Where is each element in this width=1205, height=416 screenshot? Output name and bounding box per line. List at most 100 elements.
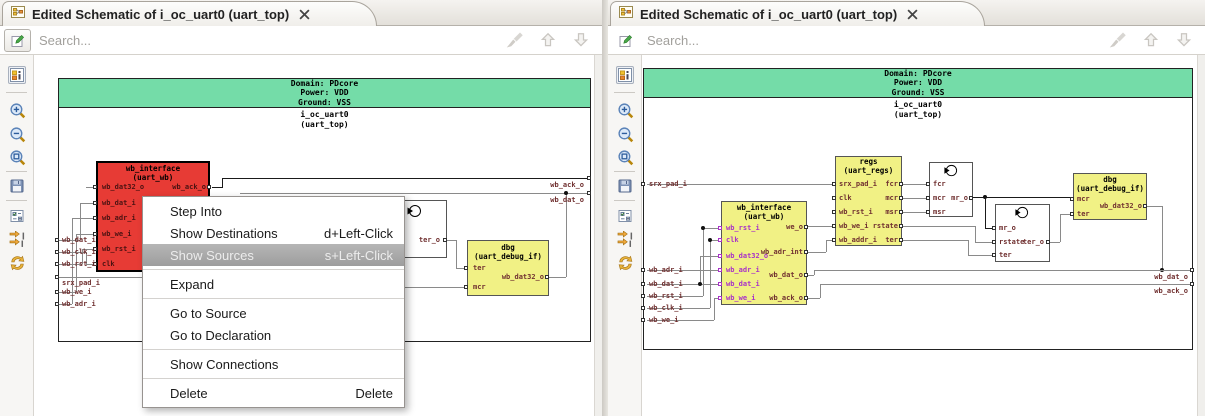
- trace-signals-icon[interactable]: [8, 230, 26, 248]
- left-tab[interactable]: Edited Schematic of i_oc_uart0 (uart_top…: [2, 1, 377, 26]
- left-toolbar: [0, 55, 34, 416]
- tab-schematic-icon: [10, 4, 26, 25]
- clock-symbol: [407, 205, 421, 217]
- port-label: wb_dat32_o: [1099, 202, 1142, 210]
- edge-port: wb_dat_o: [550, 196, 584, 204]
- menu-item-step-into[interactable]: Step Into: [143, 200, 404, 222]
- options-icon[interactable]: [8, 207, 26, 225]
- ground-label: Ground: VSS: [891, 87, 945, 97]
- edge-port: wb_clk_i: [62, 248, 96, 256]
- menu-separator: [143, 378, 404, 379]
- trace-signals-icon[interactable]: [616, 230, 634, 248]
- power-label: Power: VDD: [893, 78, 943, 88]
- menu-item-show-destinations[interactable]: Show Destinations d+Left-Click: [143, 222, 404, 244]
- edge-port: srx_pad_i: [649, 180, 687, 188]
- port-label: wb_dat_o: [769, 271, 803, 279]
- edge-port: wb_rst_i: [649, 292, 683, 300]
- menu-separator: [143, 349, 404, 350]
- edge-port: wb_we_i: [62, 288, 92, 296]
- prev-icon[interactable]: [538, 30, 558, 55]
- menu-item-delete[interactable]: Delete Delete: [143, 382, 404, 404]
- menu-item-show-connections[interactable]: Show Connections: [143, 353, 404, 375]
- menu-item-go-to-declaration[interactable]: Go to Declaration: [143, 324, 404, 346]
- options-icon[interactable]: [616, 207, 634, 225]
- prev-icon[interactable]: [1141, 30, 1161, 55]
- edge-port: wb_dat_i: [649, 280, 683, 288]
- clear-icon[interactable]: [505, 30, 525, 55]
- ground-label: Ground: VSS: [298, 97, 351, 107]
- right-toolbar: [608, 55, 642, 416]
- edit-search-icon[interactable]: [612, 29, 639, 52]
- clock-symbol: [1015, 206, 1029, 219]
- port-label: wb_we_i: [839, 222, 869, 230]
- port-label: wb_dat_i: [102, 199, 136, 207]
- right-scrollbar[interactable]: [1197, 55, 1205, 416]
- domain-band: Domain: PDcore Power: VDD Ground: VSS: [644, 69, 1192, 98]
- right-search-bar: Search...: [608, 26, 1205, 55]
- edge-port: wb_clk_i: [649, 304, 683, 312]
- close-icon[interactable]: [299, 8, 310, 20]
- block-title: dbg (uart_debug_if): [1076, 175, 1144, 193]
- properties-icon[interactable]: [616, 66, 634, 84]
- block-title: regs (uart_regs): [843, 157, 894, 175]
- port-label: wb_ack_o: [172, 183, 206, 191]
- edge-port: wb_rst_i: [62, 260, 96, 268]
- port-label: mr_o: [999, 224, 1016, 232]
- domain-band: Domain: PDcore Power: VDD Ground: VSS: [59, 79, 590, 108]
- edge-port: wb_we_i: [649, 316, 679, 324]
- port-label: wb_adr_int: [760, 248, 803, 256]
- reload-icon[interactable]: [8, 253, 26, 271]
- port-label: fcr: [885, 180, 898, 188]
- right-tab[interactable]: Edited Schematic of i_oc_uart0 (uart_top…: [610, 1, 985, 26]
- tab-title: Edited Schematic of i_oc_uart0 (uart_top…: [32, 6, 290, 22]
- next-icon[interactable]: [571, 30, 591, 55]
- edge-port: wb_dat_o: [1154, 273, 1188, 281]
- menu-item-go-to-source[interactable]: Go to Source: [143, 302, 404, 324]
- left-scrollbar[interactable]: [594, 55, 602, 416]
- pane-splitter[interactable]: [602, 0, 608, 416]
- edge-port: wb_ack_o: [1154, 287, 1188, 295]
- port-label: wb_dat32_o: [501, 273, 544, 281]
- edge-port: wb_ack_o: [550, 181, 584, 189]
- save-icon[interactable]: [8, 177, 26, 195]
- edit-search-icon[interactable]: [4, 29, 31, 52]
- reload-icon[interactable]: [616, 253, 634, 271]
- port-label: mr_o: [951, 194, 968, 202]
- instance-label: i_oc_uart0 (uart_top): [893, 100, 943, 119]
- tab-schematic-icon: [618, 4, 634, 25]
- menu-item-expand[interactable]: Expand: [143, 273, 404, 295]
- instance-label: i_oc_uart0 (uart_top): [300, 110, 349, 129]
- properties-icon[interactable]: [8, 66, 26, 84]
- schematic-viewer-window: Edited Schematic of i_oc_uart0 (uart_top…: [0, 0, 1205, 416]
- context-menu: Step Into Show Destinations d+Left-Click …: [142, 196, 405, 408]
- port-label: wb_adr_i: [102, 214, 136, 222]
- domain-label: Domain: PDcore: [884, 68, 952, 78]
- clear-icon[interactable]: [1108, 30, 1128, 55]
- zoom-out-icon[interactable]: [8, 125, 26, 143]
- port-label: clk: [726, 236, 739, 244]
- next-icon[interactable]: [1174, 30, 1194, 55]
- tab-title: Edited Schematic of i_oc_uart0 (uart_top…: [640, 6, 898, 22]
- search-input[interactable]: Search...: [647, 33, 699, 48]
- zoom-in-icon[interactable]: [616, 101, 634, 119]
- port-label: ter: [885, 236, 898, 244]
- left-search-bar: Search...: [0, 26, 602, 55]
- zoom-fit-icon[interactable]: [616, 148, 634, 166]
- port-label: ter: [999, 251, 1012, 259]
- zoom-in-icon[interactable]: [8, 101, 26, 119]
- port-label: wb_dat32_o: [102, 183, 145, 191]
- port-label: msr: [885, 208, 898, 216]
- search-input[interactable]: Search...: [39, 33, 91, 48]
- zoom-out-icon[interactable]: [616, 125, 634, 143]
- port-label: mcr: [473, 283, 486, 291]
- close-icon[interactable]: [907, 8, 918, 20]
- port-label: clk: [839, 194, 852, 202]
- port-label: wb_dat_i: [726, 280, 760, 288]
- menu-item-show-sources[interactable]: Show Sources s+Left-Click: [143, 244, 404, 266]
- edge-port: srx_pad_i: [62, 279, 100, 287]
- zoom-fit-icon[interactable]: [8, 148, 26, 166]
- edge-port: wb_adr_i: [649, 266, 683, 274]
- port-label: we_o: [786, 223, 803, 231]
- save-icon[interactable]: [616, 177, 634, 195]
- port-label: rstate: [872, 222, 898, 230]
